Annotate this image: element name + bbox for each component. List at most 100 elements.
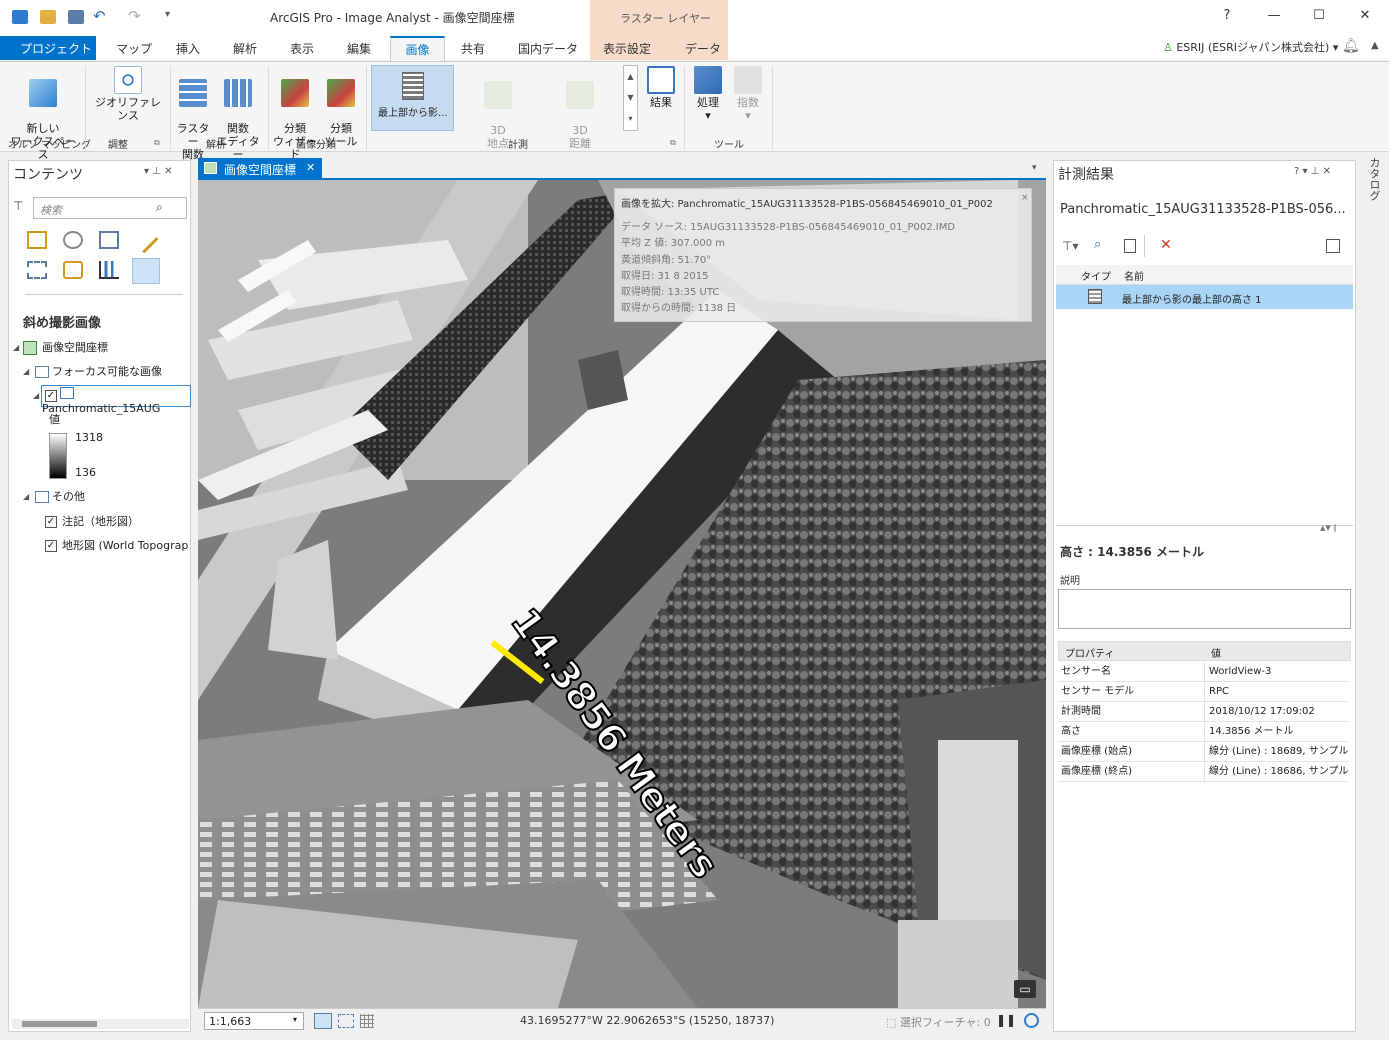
topo-label: 地形図 (World Topograp [62,539,189,552]
labeling-icon[interactable] [63,261,83,279]
map-tab[interactable]: 画像空間座標 ✕ [198,158,322,178]
other-group-layer[interactable]: その他 [35,488,85,504]
customize-qat-icon[interactable]: ▾ [165,9,170,20]
save-icon[interactable] [68,10,84,24]
workspace-icon [29,79,57,107]
filter-icon[interactable]: ⊤▾ [1062,239,1078,253]
select-icon: ⬚ [886,1016,900,1029]
expand-icon[interactable]: ◢ [13,343,19,352]
tab-insert[interactable]: 挿入 [176,40,200,57]
measure-3d-distance-button[interactable]: 3D 距離 [552,68,608,150]
splitter-arrows-icon: ▲▼ ‖ [1320,524,1337,532]
georeference-button[interactable]: ジオリファレンス [90,66,166,122]
dialog-launcher-icon[interactable]: ⧉ [670,138,676,148]
new-project-icon[interactable] [12,10,28,24]
expand-icon[interactable]: ◢ [23,492,29,501]
map-layer[interactable]: 画像空間座標 [23,339,108,355]
perspective-imagery-icon[interactable] [132,258,160,284]
raster-layer-selected[interactable]: ✓Panchromatic_15AUG [41,385,191,415]
charts-icon[interactable] [99,261,119,279]
catalog-side-tab[interactable]: カタログ [1360,155,1389,1040]
notification-icon[interactable]: 🔔︎ [1342,38,1360,54]
group-tools-label: ツール [714,140,744,151]
grid-icon[interactable] [360,1014,374,1028]
tab-share[interactable]: 共有 [461,40,485,57]
tab-list-icon[interactable]: ▾ [1032,163,1037,173]
description-field[interactable] [1058,589,1351,629]
pane-splitter[interactable]: ▲▼ ‖ [1056,524,1353,533]
property-key: センサー名 [1061,662,1205,682]
pause-icon[interactable]: ❚❚ [996,1013,1016,1027]
tab-analysis[interactable]: 解析 [233,40,257,57]
map-menu-icon[interactable]: ▭ [1014,980,1036,998]
close-tab-icon[interactable]: ✕ [306,161,315,174]
dialog-launcher-icon[interactable]: ⧉ [154,138,160,148]
index-button[interactable]: 指数 ▾ [728,66,768,122]
annotation-checkbox[interactable]: ✓ [45,516,57,528]
oblique-imagery-heading: 斜め撮影画像 [23,316,102,331]
context-group-header: ラスター レイヤー [590,0,728,36]
topo-layer[interactable]: ✓ 地形図 (World Topograp [45,537,188,553]
user-account[interactable]: ♙ ESRIJ (ESRIジャパン株式会社) ▾ [1163,39,1338,55]
redo-icon[interactable]: ↷ [128,7,141,25]
tab-edit[interactable]: 編集 [347,40,371,57]
oblique-image[interactable]: 画像を拡大: Panchromatic_15AUG31133528-P1BS-0… [198,180,1046,1008]
copy-icon[interactable] [1124,239,1136,253]
fixed-zoom-icon[interactable] [314,1013,332,1029]
data-source-icon[interactable] [63,231,83,249]
property-key: センサー モデル [1061,682,1205,702]
expand-icon[interactable]: ◢ [23,367,29,376]
tab-project[interactable]: プロジェクト [0,36,96,60]
filter-icon[interactable]: ⊤ [13,199,23,213]
results-button[interactable]: 結果 [642,66,680,109]
help-button[interactable]: ? [1217,8,1237,23]
properties-header: プロパティ 値 [1058,641,1351,661]
pane-menu-icon[interactable]: ▾ ⊥ ✕ [144,166,172,177]
topo-checkbox[interactable]: ✓ [45,540,57,552]
measure-top-to-shadow-button[interactable]: 最上部から影... [371,65,454,131]
tab-data[interactable]: データ [685,40,721,57]
tab-japan-data[interactable]: 国内データ [518,40,578,57]
3d-distance-icon [566,81,594,109]
context-group-label: ラスター レイヤー [620,12,711,25]
popup-close-icon[interactable]: × [1021,193,1029,203]
raster-visibility-checkbox[interactable]: ✓ [45,390,57,402]
table-row[interactable]: 最上部から影の最上部の高さ 1 [1056,285,1353,309]
row-name: 最上部から影の最上部の高さ 1 [1122,295,1262,306]
pane-menu-icon[interactable]: ? ▾ ⊥ ✕ [1294,166,1331,177]
tab-appearance[interactable]: 表示設定 [603,40,651,57]
measure-3d-distance-label: 3D 距離 [569,124,591,150]
group-layer-icon [35,366,49,378]
delete-icon[interactable]: ✕ [1160,237,1172,253]
search-input[interactable]: 検索 ⌕ [33,197,187,219]
horizontal-scrollbar[interactable] [12,1019,189,1029]
selected-features[interactable]: ⬚ 選択フィーチャ: 0 [886,1014,991,1030]
process-button[interactable]: 処理 ▾ [688,66,728,122]
raster-functions-label: ラスター 関数 [176,122,210,161]
editing-icon[interactable] [131,226,159,254]
snapping-icon[interactable] [27,261,47,279]
scale-selector[interactable]: 1:1,663 ▾ [204,1012,304,1030]
collapse-ribbon-icon[interactable]: ▲ [1371,40,1379,51]
maximize-button[interactable]: ☐ [1309,8,1329,23]
annotation-layer[interactable]: ✓ 注記（地形図） [45,513,139,529]
undo-icon[interactable]: ↶ [93,7,106,25]
scroll-thumb[interactable] [22,1021,97,1027]
draw-order-icon[interactable] [27,231,47,249]
snap-icon[interactable] [338,1014,354,1028]
georeference-label: ジオリファレンス [95,96,161,122]
expand-icon[interactable]: ◢ [33,391,39,400]
refresh-icon[interactable] [1024,1013,1039,1028]
focus-group-layer[interactable]: フォーカス可能な画像 [35,363,162,379]
tab-view[interactable]: 表示 [290,40,314,57]
selection-icon[interactable] [99,231,119,249]
close-button[interactable]: ✕ [1355,8,1375,23]
open-icon[interactable] [40,10,56,24]
zoom-to-icon[interactable]: ⌕ [1094,237,1101,252]
options-icon[interactable] [1326,239,1340,253]
minimize-button[interactable]: — [1264,8,1284,23]
group-adjust-label: 調整 [108,140,128,151]
gallery-scroll[interactable]: ▲ ▼ ▾ [623,65,638,131]
tab-map[interactable]: マップ [116,40,152,57]
tab-imagery[interactable]: 画像 [390,36,445,62]
